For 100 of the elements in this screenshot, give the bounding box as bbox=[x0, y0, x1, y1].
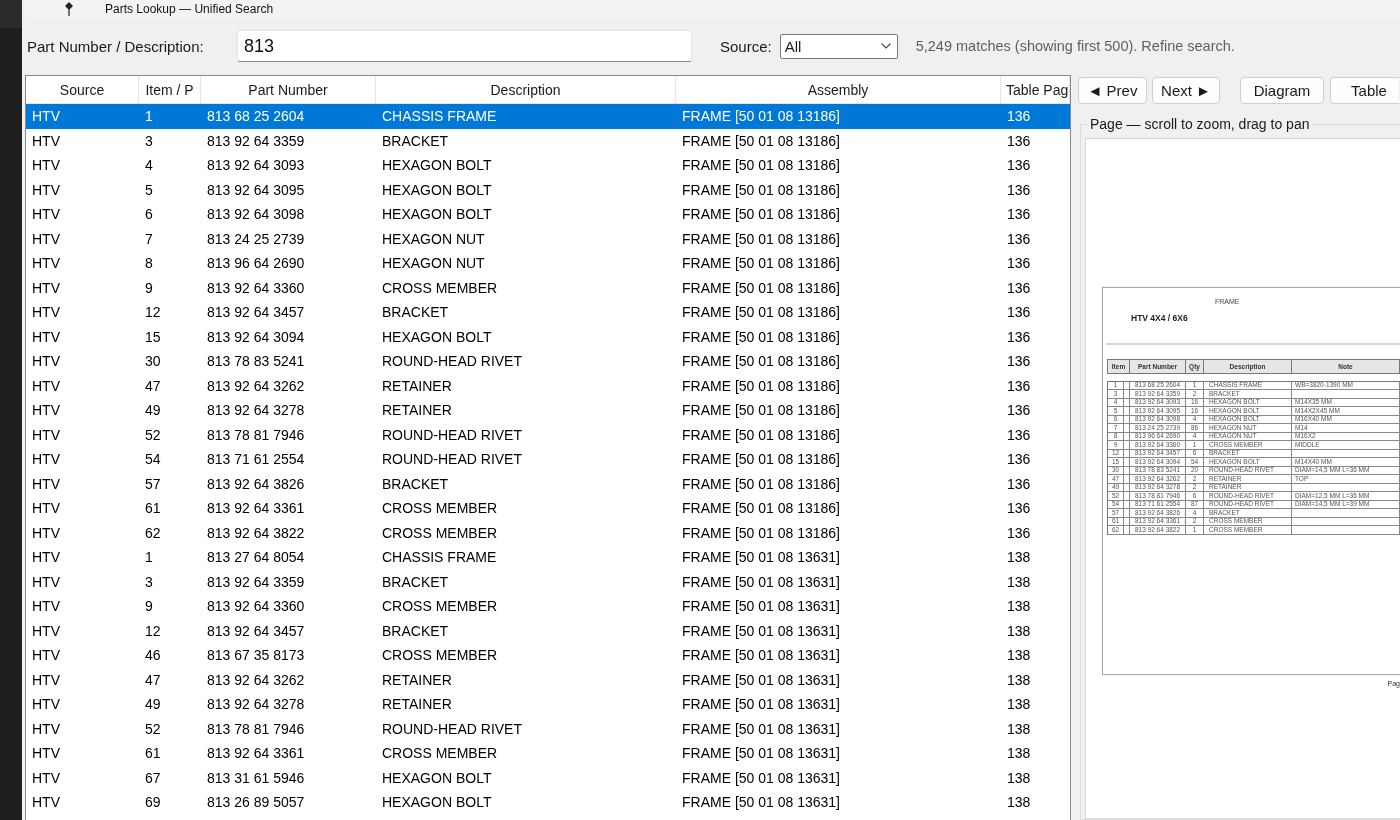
match-count-text: 5,249 matches (showing first 500). Refine search. bbox=[915, 38, 1235, 54]
table-cell-text: 813 92 64 3361 bbox=[206, 745, 306, 762]
table-cell-text: HTV bbox=[31, 475, 61, 492]
table-cell-text: FRAME [50 01 08 13631] bbox=[681, 549, 841, 566]
table-cell-text: HEXAGON BOLT bbox=[381, 206, 493, 223]
column-header[interactable]: Source bbox=[26, 76, 139, 103]
table-cell-text: CHASSIS FRAME bbox=[381, 549, 498, 566]
table-cell-text: 136 bbox=[1006, 304, 1032, 321]
table-cell-text: 136 bbox=[1006, 328, 1032, 345]
table-cell-text: 69 bbox=[144, 794, 162, 811]
diagram-button[interactable]: Diagram bbox=[1240, 77, 1324, 104]
table-cell-text: FRAME [50 01 08 13186] bbox=[681, 402, 841, 419]
table-cell-text: 813 92 64 3457 bbox=[206, 622, 306, 639]
table-cell-text: HEXAGON BOLT bbox=[381, 769, 493, 786]
table-cell-text: 813 92 64 3278 bbox=[206, 402, 306, 419]
table-cell-text: 813 92 64 3360 bbox=[206, 279, 306, 296]
table-cell-text: FRAME [50 01 08 13186] bbox=[681, 353, 841, 370]
table-cell-text: 138 bbox=[1006, 549, 1032, 566]
table-cell-text: FRAME [50 01 08 13631] bbox=[681, 745, 841, 762]
table-cell-text: 57 bbox=[144, 475, 162, 492]
table-cell-text: 813 78 83 5241 bbox=[206, 353, 306, 370]
table-cell-text: HTV bbox=[31, 794, 61, 811]
table-cell-text: HTV bbox=[31, 304, 61, 321]
table-cell-text: FRAME [50 01 08 13186] bbox=[681, 157, 841, 174]
table-cell-text: CROSS MEMBER bbox=[381, 279, 499, 296]
table-cell-text: 813 71 61 2554 bbox=[206, 451, 306, 468]
table-cell-text: 813 92 64 3095 bbox=[206, 181, 306, 198]
table-cell-text: FRAME [50 01 08 13186] bbox=[681, 451, 841, 468]
column-header[interactable]: Part Number bbox=[201, 76, 376, 103]
table-cell-text: HTV bbox=[31, 647, 61, 664]
table-cell-text: 52 bbox=[144, 720, 162, 737]
next-button[interactable]: Next ► bbox=[1152, 77, 1220, 104]
table-cell-text: 813 26 89 5057 bbox=[206, 794, 306, 811]
table-cell-text: FRAME [50 01 08 13186] bbox=[681, 500, 841, 517]
column-header[interactable]: Description bbox=[376, 76, 676, 103]
table-cell-text: 813 92 64 3098 bbox=[206, 206, 306, 223]
table-cell-text: HTV bbox=[31, 573, 61, 590]
search-label: Part Number / Description: bbox=[27, 37, 205, 55]
search-field[interactable]: 813 bbox=[237, 30, 692, 62]
table-cell-text: 813 92 64 3359 bbox=[206, 573, 306, 590]
table-row[interactable]: HTV 1 813 68 25 2604 CHASSIS FRAME FRAME [50 01 08 13186] 136 bbox=[26, 104, 1070, 129]
table-cell-text: HTV bbox=[31, 451, 61, 468]
table-cell-text: CROSS MEMBER bbox=[381, 500, 499, 517]
table-cell-text: 813 27 64 8054 bbox=[206, 549, 306, 566]
table-cell-text: FRAME [50 01 08 13186] bbox=[681, 181, 841, 198]
table-cell-text: 47 bbox=[144, 671, 162, 688]
table-cell-text: 7 bbox=[144, 230, 154, 247]
table-cell-text: 138 bbox=[1006, 696, 1032, 713]
table-cell-text: BRACKET bbox=[381, 573, 450, 590]
table-cell-text: 3 bbox=[144, 573, 154, 590]
table-cell-text: HTV bbox=[31, 500, 61, 517]
table-cell-text: BRACKET bbox=[381, 622, 450, 639]
table-cell-text: 49 bbox=[144, 696, 162, 713]
table-cell-text: HTV bbox=[31, 157, 61, 174]
table-cell-text: 136 bbox=[1006, 206, 1032, 223]
table-cell-text: FRAME [50 01 08 13186] bbox=[681, 108, 841, 125]
table-cell-text: FRAME [50 01 08 13631] bbox=[681, 598, 841, 615]
table-cell-text: HTV bbox=[31, 720, 61, 737]
table-cell-text: HTV bbox=[31, 769, 61, 786]
table-cell-text: HTV bbox=[31, 745, 61, 762]
table-cell-text: 138 bbox=[1006, 671, 1032, 688]
table-cell-text: 138 bbox=[1006, 794, 1032, 811]
table-cell-text: RETAINER bbox=[381, 696, 453, 713]
table-cell-text: 67 bbox=[144, 769, 162, 786]
table-cell-text: 61 bbox=[144, 745, 162, 762]
table-cell-text: FRAME [50 01 08 13631] bbox=[681, 769, 841, 786]
table-cell-text: 138 bbox=[1006, 622, 1032, 639]
table-cell-text: 813 92 64 3360 bbox=[206, 598, 306, 615]
source-dropdown[interactable]: All bbox=[779, 33, 898, 59]
table-cell-text: 9 bbox=[144, 279, 154, 296]
document-title: HTV 4X4 / 6X6 bbox=[1131, 312, 1188, 323]
table-cell-text: 15 bbox=[144, 328, 162, 345]
table-cell-text: 813 92 64 3457 bbox=[206, 304, 306, 321]
table-cell-text: 136 bbox=[1006, 132, 1032, 149]
table-cell-text: FRAME [50 01 08 13631] bbox=[681, 794, 841, 811]
prev-button[interactable]: ◄ Prev bbox=[1078, 77, 1147, 104]
table-cell-text: 136 bbox=[1006, 108, 1032, 125]
table-button[interactable]: Table bbox=[1330, 77, 1399, 104]
table-cell-text: HTV bbox=[31, 402, 61, 419]
table-cell-text: 136 bbox=[1006, 524, 1032, 541]
column-header[interactable]: Assembly bbox=[676, 76, 1001, 103]
group-label: Page — scroll to zoom, drag to pan bbox=[1089, 116, 1311, 132]
table-cell-text: RETAINER bbox=[381, 402, 453, 419]
table-cell-text: 813 92 64 3826 bbox=[206, 475, 306, 492]
table-cell-text: BRACKET bbox=[381, 475, 450, 492]
table-cell-text: 813 96 64 2690 bbox=[206, 255, 306, 272]
table-cell-text: FRAME [50 01 08 13186] bbox=[681, 524, 841, 541]
table-cell-text: CROSS MEMBER bbox=[381, 598, 499, 615]
source-label: Source: bbox=[720, 37, 772, 55]
table-cell-text: HTV bbox=[31, 549, 61, 566]
table-cell-text: 136 bbox=[1006, 451, 1032, 468]
table-cell-text: CHASSIS FRAME bbox=[381, 108, 498, 125]
table-cell-text: FRAME [50 01 08 13631] bbox=[681, 573, 841, 590]
table-cell-text: 813 24 25 2739 bbox=[206, 230, 306, 247]
table-cell-text: ROUND-HEAD RIVET bbox=[381, 451, 523, 468]
column-header[interactable]: Item / P bbox=[139, 76, 201, 103]
column-header[interactable]: Table Pag bbox=[1001, 76, 1070, 103]
table-cell-text: HTV bbox=[31, 353, 61, 370]
table-cell-text: 1 bbox=[144, 108, 154, 125]
table-cell-text: 813 92 64 3262 bbox=[206, 377, 306, 394]
